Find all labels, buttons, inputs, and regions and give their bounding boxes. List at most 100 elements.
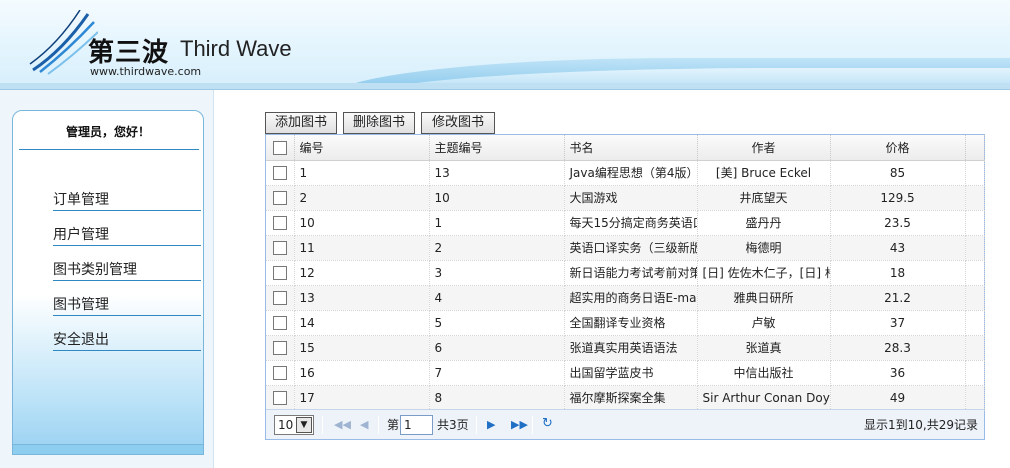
cell-author: 盛丹丹 — [697, 210, 831, 236]
row-checkbox[interactable] — [272, 190, 287, 205]
cell-author: 雅典日研所 — [697, 285, 831, 311]
prev-page-icon[interactable]: ◀ — [360, 418, 368, 432]
column-header-subject[interactable]: 主题编号 — [429, 135, 565, 161]
row-select-cell — [266, 185, 295, 211]
row-select-cell — [266, 335, 295, 361]
table-row[interactable]: 1 13 Java编程思想（第4版） [美] Bruce Eckel 85 — [266, 160, 985, 186]
row-checkbox[interactable] — [272, 365, 287, 380]
last-page-icon[interactable]: ▶▶ — [511, 418, 528, 432]
row-select-cell — [266, 385, 295, 411]
cell-price: 18 — [830, 260, 966, 286]
cell-id: 14 — [294, 310, 430, 336]
cell-price: 85 — [830, 160, 966, 186]
row-checkbox[interactable] — [272, 290, 287, 305]
cell-price: 36 — [830, 360, 966, 386]
row-select-cell — [266, 160, 295, 186]
cell-title: 新日语能力考试考前对策 — [564, 260, 698, 286]
sidebar-item-users[interactable]: 用户管理 — [53, 224, 201, 246]
cell-title: 出国留学蓝皮书 — [564, 360, 698, 386]
current-page-input[interactable]: 1 — [400, 415, 433, 435]
select-all-cell — [266, 135, 295, 161]
chevron-down-icon: ▼ — [296, 417, 312, 433]
logo-url: www.thirdwave.com — [90, 65, 202, 78]
cell-filler — [965, 260, 985, 286]
cell-subject: 3 — [429, 260, 565, 286]
row-checkbox[interactable] — [272, 165, 287, 180]
page-total: 共3页 — [437, 418, 469, 432]
pagination-info: 显示1到10,共29记录 — [864, 418, 978, 432]
cell-author: [美] Bruce Eckel — [697, 160, 831, 186]
row-select-cell — [266, 235, 295, 261]
cell-id: 17 — [294, 385, 430, 411]
refresh-icon[interactable]: ↻ — [542, 417, 553, 431]
table-row[interactable]: 2 10 大国游戏 井底望天 129.5 — [266, 185, 985, 211]
cell-title: 大国游戏 — [564, 185, 698, 211]
column-header-filler — [965, 135, 985, 161]
cell-author: 张道真 — [697, 335, 831, 361]
first-page-icon[interactable]: ◀◀ — [334, 418, 351, 432]
next-page-icon[interactable]: ▶ — [487, 418, 495, 432]
page-size-select[interactable]: 10 ▼ — [274, 415, 314, 435]
cell-subject: 8 — [429, 385, 565, 411]
row-select-cell — [266, 260, 295, 286]
column-header-title[interactable]: 书名 — [564, 135, 698, 161]
table-row[interactable]: 14 5 全国翻译专业资格 卢敏 37 — [266, 310, 985, 336]
column-header-id[interactable]: 编号 — [294, 135, 430, 161]
table-row[interactable]: 17 8 福尔摩斯探案全集 Sir Arthur Conan Doy 49 — [266, 385, 985, 411]
table-row[interactable]: 12 3 新日语能力考试考前对策 [日] 佐佐木仁子，[日] 松 18 — [266, 260, 985, 286]
column-header-price[interactable]: 价格 — [830, 135, 966, 161]
logo: 第三波 Third Wave www.thirdwave.com — [28, 10, 308, 80]
cell-id: 11 — [294, 235, 430, 261]
cell-price: 37 — [830, 310, 966, 336]
cell-filler — [965, 210, 985, 236]
row-checkbox[interactable] — [272, 240, 287, 255]
table-row[interactable]: 11 2 英语口译实务（三级新版 梅德明 43 — [266, 235, 985, 261]
sidebar-item-orders[interactable]: 订单管理 — [53, 189, 201, 211]
table-row[interactable]: 10 1 每天15分搞定商务英语口 盛丹丹 23.5 — [266, 210, 985, 236]
cell-filler — [965, 360, 985, 386]
sidebar-item-books[interactable]: 图书管理 — [53, 294, 201, 316]
cell-subject: 2 — [429, 235, 565, 261]
select-all-checkbox[interactable] — [272, 140, 287, 155]
add-book-button[interactable]: 添加图书 — [265, 112, 337, 134]
cell-title: 超实用的商务日语E-ma — [564, 285, 698, 311]
cell-title: 英语口译实务（三级新版 — [564, 235, 698, 261]
cell-id: 2 — [294, 185, 430, 211]
cell-author: 中信出版社 — [697, 360, 831, 386]
cell-filler — [965, 385, 985, 411]
cell-author: 梅德明 — [697, 235, 831, 261]
row-checkbox[interactable] — [272, 215, 287, 230]
column-header-author[interactable]: 作者 — [697, 135, 831, 161]
page-prefix: 第 — [387, 418, 400, 432]
cell-filler — [965, 185, 985, 211]
delete-book-button[interactable]: 删除图书 — [343, 112, 415, 134]
cell-title: 每天15分搞定商务英语口 — [564, 210, 698, 236]
row-checkbox[interactable] — [272, 340, 287, 355]
table-row[interactable]: 15 6 张道真实用英语语法 张道真 28.3 — [266, 335, 985, 361]
cell-subject: 1 — [429, 210, 565, 236]
separator — [322, 416, 323, 434]
row-checkbox[interactable] — [272, 265, 287, 280]
page-size-value: 10 — [278, 418, 294, 432]
cell-filler — [965, 310, 985, 336]
cell-price: 23.5 — [830, 210, 966, 236]
cell-price: 49 — [830, 385, 966, 411]
sidebar-item-logout[interactable]: 安全退出 — [53, 329, 201, 351]
sidebar-item-book-categories[interactable]: 图书类别管理 — [53, 259, 201, 281]
cell-price: 43 — [830, 235, 966, 261]
cell-author: 卢敏 — [697, 310, 831, 336]
row-checkbox[interactable] — [272, 315, 287, 330]
cell-subject: 4 — [429, 285, 565, 311]
row-select-cell — [266, 310, 295, 336]
table-header-row: 编号 主题编号 书名 作者 价格 — [266, 135, 985, 161]
table-row[interactable]: 16 7 出国留学蓝皮书 中信出版社 36 — [266, 360, 985, 386]
table-row[interactable]: 13 4 超实用的商务日语E-ma 雅典日研所 21.2 — [266, 285, 985, 311]
separator — [476, 416, 477, 434]
cell-id: 1 — [294, 160, 430, 186]
cell-filler — [965, 285, 985, 311]
cell-subject: 13 — [429, 160, 565, 186]
edit-book-button[interactable]: 修改图书 — [421, 112, 495, 134]
cell-author: 井底望天 — [697, 185, 831, 211]
cell-id: 15 — [294, 335, 430, 361]
row-checkbox[interactable] — [272, 390, 287, 405]
